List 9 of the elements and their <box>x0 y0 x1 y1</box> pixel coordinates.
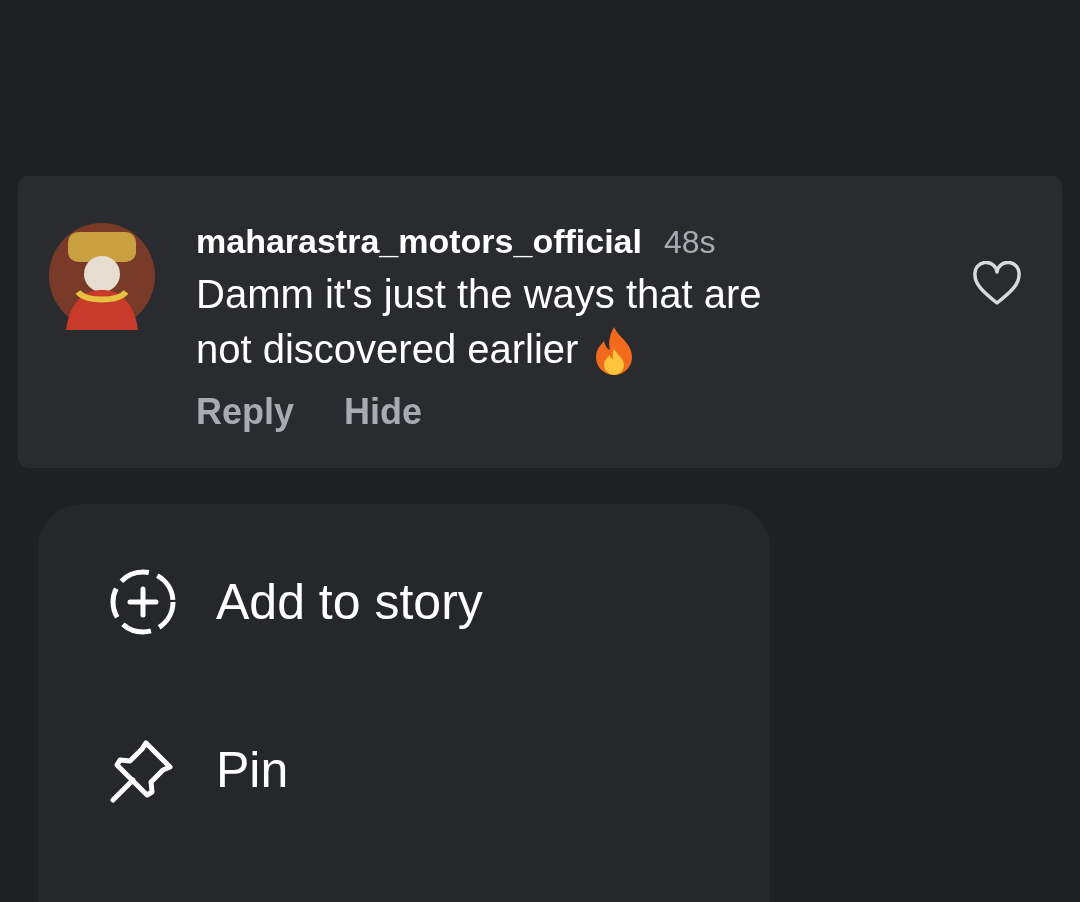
menu-item[interactable]: Add to story <box>38 566 770 638</box>
add-circle-icon <box>108 567 178 637</box>
comment-text: not discovered earlier <box>196 326 579 373</box>
username[interactable]: maharastra_motors_official <box>196 222 642 261</box>
comment-action[interactable]: Reply <box>196 391 295 433</box>
comment-text: Damm it's just the ways that are <box>196 271 762 318</box>
comment-action[interactable]: Hide <box>344 391 423 433</box>
menu-item[interactable]: Pin <box>38 734 770 806</box>
comment-time: 48s <box>663 224 716 261</box>
